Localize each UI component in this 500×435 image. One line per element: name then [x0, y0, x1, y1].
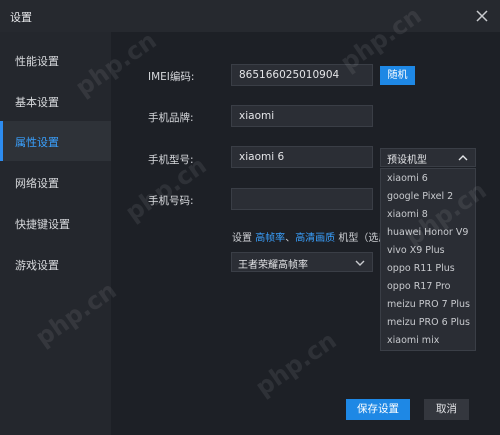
imei-label: IMEI编码:: [148, 71, 195, 83]
sidebar-item-label: 网络设置: [15, 177, 59, 190]
brand-input[interactable]: xiaomi: [231, 105, 373, 127]
sidebar-item-basic[interactable]: 基本设置: [0, 81, 111, 121]
hd-quality-link[interactable]: 高清画质: [295, 233, 335, 244]
game-preset-select[interactable]: 王者荣耀高帧率: [231, 252, 373, 272]
sidebar-item-properties[interactable]: 属性设置: [0, 121, 111, 161]
sidebar-item-label: 属性设置: [15, 136, 59, 149]
dropdown-option[interactable]: google Pixel 2: [387, 191, 453, 202]
model-label: 手机型号:: [148, 154, 194, 166]
random-imei-button[interactable]: 随机: [380, 66, 415, 85]
dropdown-option[interactable]: xiaomi 8: [387, 209, 428, 220]
phone-label: 手机号码:: [148, 195, 194, 207]
phone-input[interactable]: [231, 188, 373, 210]
sidebar-item-hotkeys[interactable]: 快捷键设置: [0, 203, 111, 243]
title-bar: 设置: [0, 0, 500, 32]
sidebar-item-label: 快捷键设置: [15, 218, 70, 231]
preset-model-dropdown: xiaomi 6 google Pixel 2 xiaomi 8 huawei …: [380, 168, 476, 351]
cancel-button[interactable]: 取消: [424, 399, 469, 420]
note-prefix: 设置: [232, 233, 256, 244]
save-settings-button[interactable]: 保存设置: [346, 399, 410, 420]
dropdown-option[interactable]: vivo X9 Plus: [387, 245, 445, 256]
preset-model-select-label: 预设机型: [387, 155, 427, 166]
sidebar: 性能设置 基本设置 属性设置 网络设置 快捷键设置 游戏设置: [0, 32, 111, 435]
dropdown-option[interactable]: meizu PRO 6 Plus: [387, 317, 470, 328]
preset-model-select[interactable]: 预设机型: [380, 148, 476, 167]
sidebar-item-game[interactable]: 游戏设置: [0, 244, 111, 284]
close-button[interactable]: [472, 6, 492, 26]
dropdown-option[interactable]: huawei Honor V9: [387, 227, 468, 238]
dropdown-option[interactable]: meizu PRO 7 Plus: [387, 299, 470, 310]
note-separator: 、: [285, 233, 296, 244]
sidebar-item-label: 游戏设置: [15, 259, 59, 272]
note-suffix: 机型（选用影: [338, 233, 380, 244]
close-icon: [476, 10, 488, 22]
dropdown-option[interactable]: xiaomi mix: [387, 335, 439, 346]
sidebar-item-performance[interactable]: 性能设置: [0, 40, 111, 80]
sidebar-item-label: 基本设置: [15, 96, 59, 109]
high-fps-link[interactable]: 高帧率: [255, 233, 285, 244]
imei-input[interactable]: 865166025010904: [231, 64, 373, 86]
chevron-up-icon: [458, 155, 468, 161]
preset-note: 设置 高帧率、高清画质 机型（选用影: [232, 229, 380, 244]
dropdown-option[interactable]: oppo R17 Pro: [387, 281, 451, 292]
model-input[interactable]: xiaomi 6: [231, 146, 373, 168]
game-preset-select-value: 王者荣耀高帧率: [238, 260, 308, 271]
sidebar-item-network[interactable]: 网络设置: [0, 162, 111, 202]
dropdown-option[interactable]: xiaomi 6: [387, 173, 428, 184]
brand-label: 手机品牌:: [148, 112, 194, 124]
dropdown-option[interactable]: oppo R11 Plus: [387, 263, 455, 274]
window-title: 设置: [10, 11, 32, 24]
chevron-down-icon: [355, 260, 365, 266]
sidebar-item-label: 性能设置: [15, 55, 59, 68]
